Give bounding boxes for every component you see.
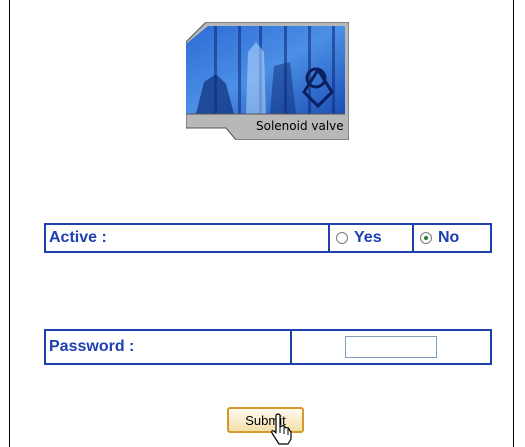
password-row: Password : [44,329,492,365]
active-label: Active : [46,225,330,251]
solenoid-valve-tile[interactable]: Solenoid valve [186,22,349,140]
yes-label: Yes [354,229,382,246]
tile-caption: Solenoid valve [256,119,344,133]
yes-radio[interactable] [336,232,348,244]
active-no-option[interactable]: No [414,225,490,251]
active-row: Active : Yes No [44,223,492,253]
no-radio[interactable] [420,232,432,244]
password-label: Password : [46,331,292,363]
password-input[interactable] [345,336,437,358]
submit-button[interactable]: Submit [227,407,304,433]
no-label: No [438,229,460,246]
active-yes-option[interactable]: Yes [330,225,414,251]
password-cell [292,331,490,363]
